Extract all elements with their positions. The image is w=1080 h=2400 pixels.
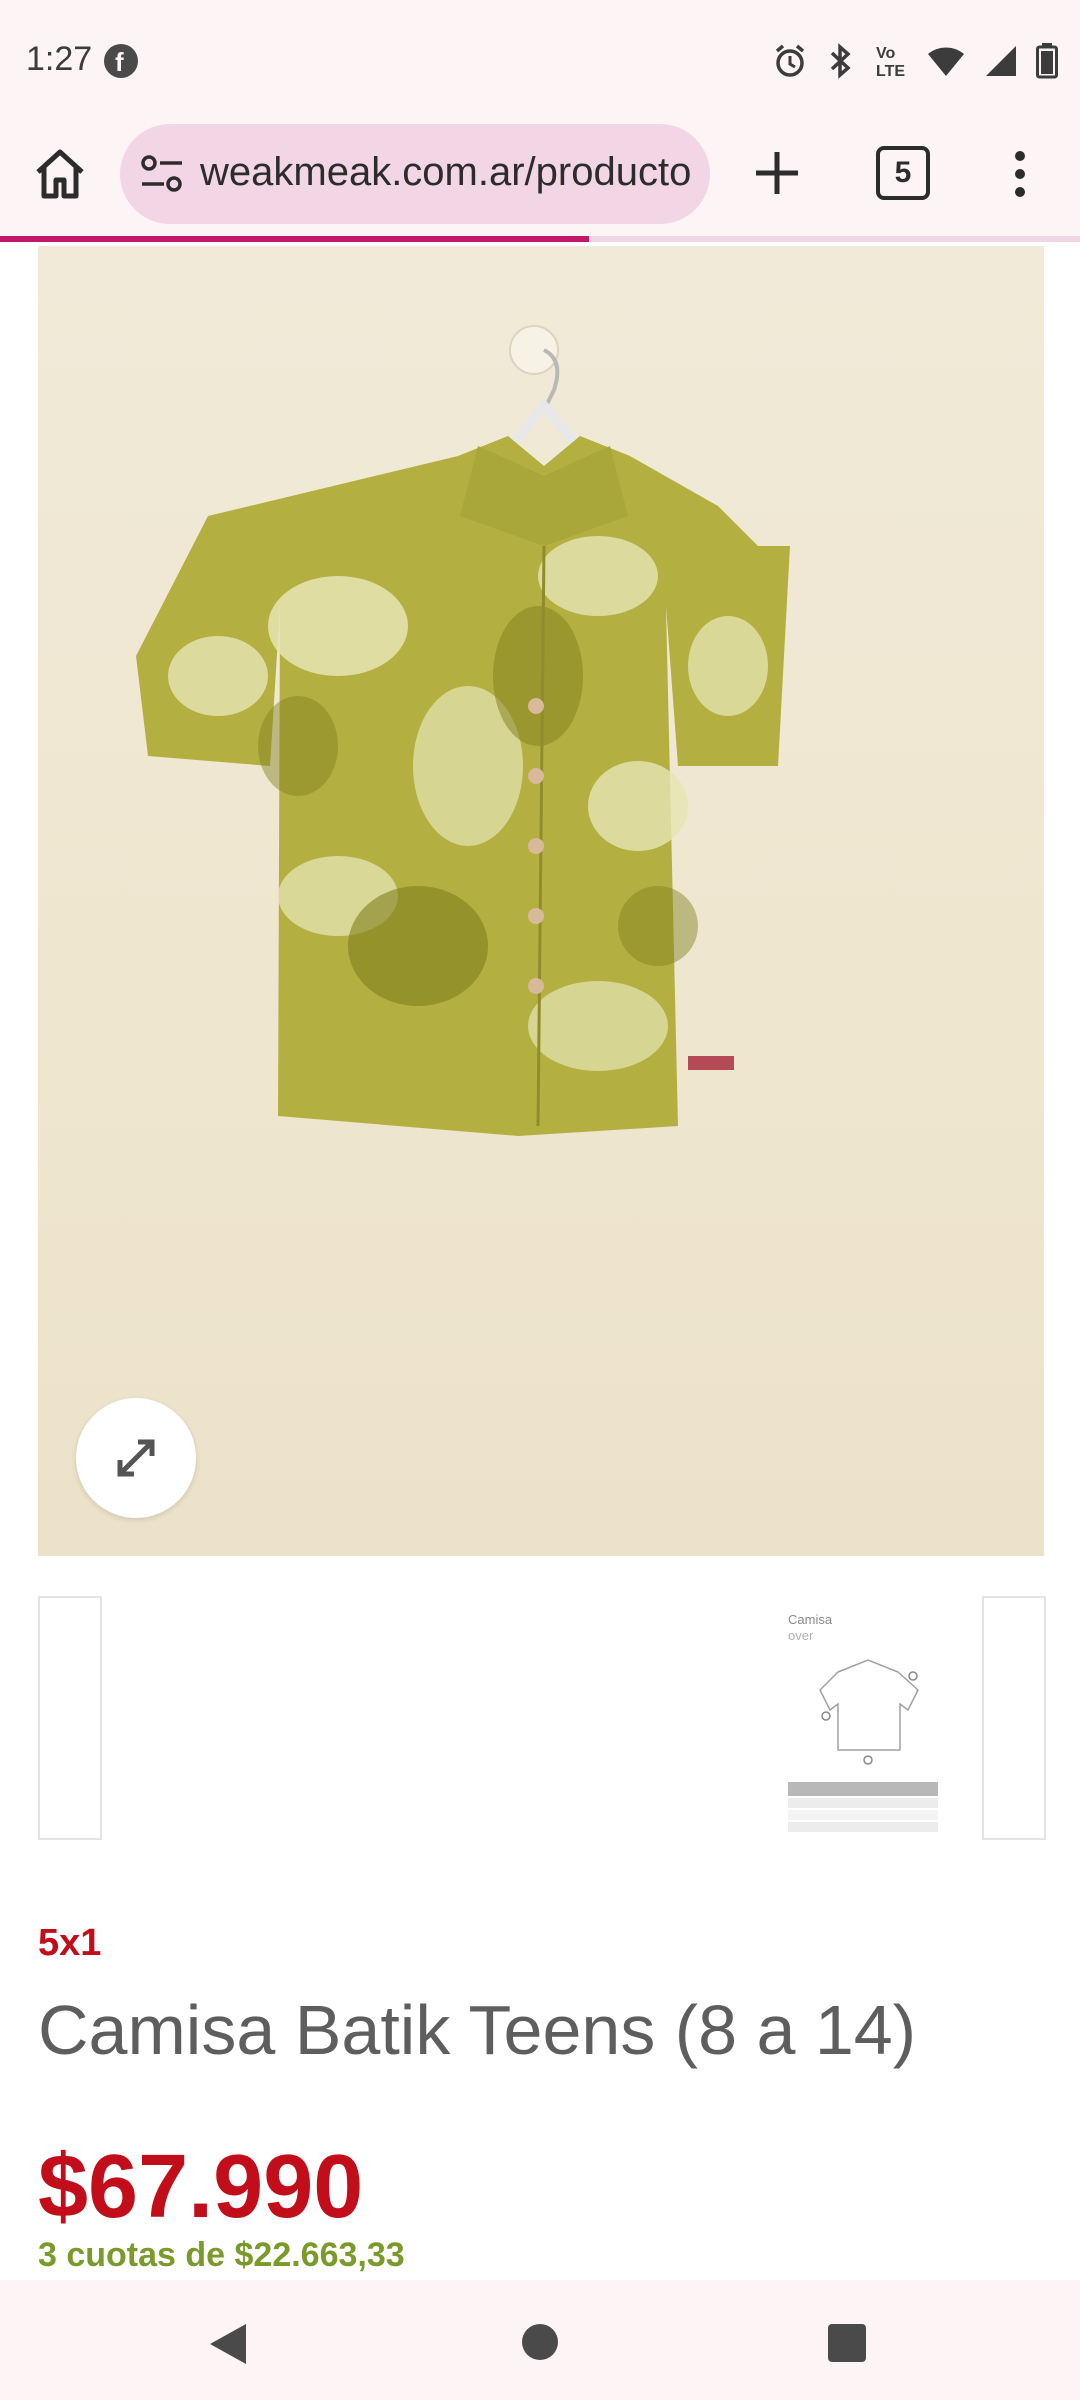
alarm-icon [775, 44, 805, 77]
expand-image-button[interactable] [76, 1398, 196, 1518]
installments-text: 3 cuotas de $22.663,33 [38, 2236, 405, 2274]
more-menu-icon[interactable] [1000, 144, 1040, 204]
svg-text:f: f [115, 47, 124, 77]
promo-label: 5x1 [38, 1922, 102, 1964]
new-tab-icon[interactable] [750, 146, 804, 200]
site-info-icon[interactable] [140, 154, 184, 194]
size-chart-thumbnail[interactable]: Camisa over [778, 1600, 958, 1840]
shirt-illustration [136, 325, 790, 1136]
thumbnail-next[interactable] [982, 1596, 1046, 1840]
home-nav-icon[interactable] [522, 2324, 558, 2360]
browser-toolbar: weakmeak.com.ar/producto 5 [0, 124, 1080, 240]
expand-icon [117, 1439, 155, 1477]
url-text[interactable]: weakmeak.com.ar/producto [200, 150, 700, 195]
status-icons: Vo LTE [772, 42, 1058, 80]
page-load-progress [0, 236, 1080, 242]
product-title: Camisa Batik Teens (8 a 14) [38, 1991, 917, 2069]
bluetooth-icon [830, 43, 851, 79]
volte-icon: VoLTE [876, 45, 905, 80]
thumbnail-previous[interactable] [38, 1596, 102, 1840]
tab-switcher-button[interactable]: 5 [876, 146, 930, 200]
address-bar[interactable]: weakmeak.com.ar/producto [120, 124, 710, 224]
product-price: $67.990 [38, 2137, 364, 2237]
page-load-progress-fill [0, 236, 589, 242]
signal-icon [986, 46, 1016, 76]
size-chart-subtitle: over [788, 1628, 814, 1643]
wifi-icon [928, 47, 964, 76]
recent-apps-icon[interactable] [828, 2324, 866, 2362]
facebook-icon: f [104, 44, 138, 78]
svg-text:Vo: Vo [876, 45, 895, 62]
status-bar: 1:27 f Vo LTE [0, 0, 1080, 124]
product-image[interactable] [38, 246, 1044, 1556]
battery-icon [1036, 43, 1058, 79]
size-chart-title: Camisa [788, 1612, 833, 1627]
status-time: 1:27 [26, 40, 93, 78]
system-nav-bar [0, 2280, 1080, 2400]
back-icon[interactable] [208, 2322, 248, 2366]
svg-text:LTE: LTE [876, 63, 905, 80]
home-icon[interactable] [34, 146, 86, 202]
